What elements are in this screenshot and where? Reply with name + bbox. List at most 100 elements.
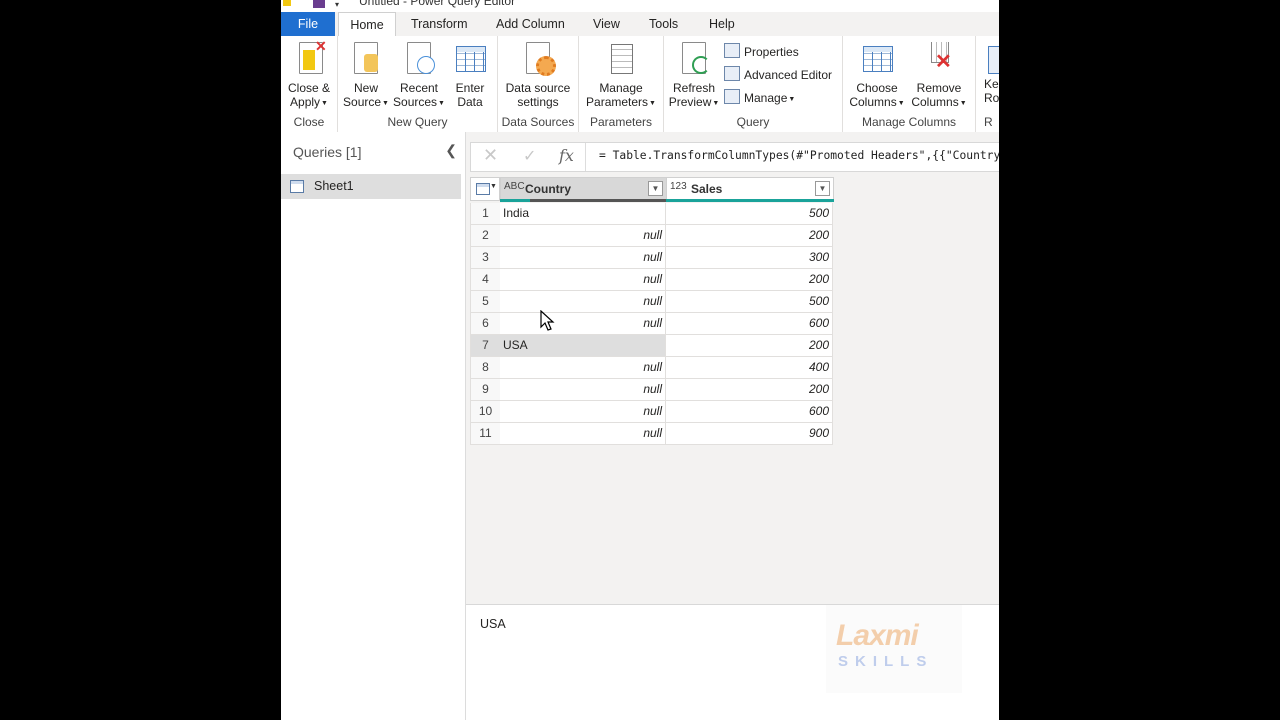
cell-country[interactable]: null [500, 357, 666, 379]
row-number[interactable]: 9 [470, 379, 501, 401]
cell-sales-value: 600 [808, 404, 829, 418]
keep-rows-icon [984, 42, 999, 78]
formula-divider [585, 143, 586, 171]
group-label-data-sources: Data Sources [501, 115, 575, 129]
cell-country-value: null [643, 382, 662, 396]
cell-sales[interactable]: 200 [666, 225, 833, 247]
row-number[interactable]: 4 [470, 269, 501, 291]
remove-columns-button[interactable]: ✕ Remove Columns▼ [909, 42, 969, 110]
tab-add-column[interactable]: Add Column [496, 12, 565, 36]
advanced-editor-button[interactable]: Advanced Editor [724, 65, 832, 85]
row-number[interactable]: 10 [470, 401, 501, 423]
tab-file[interactable]: File [281, 12, 335, 36]
group-parameters: Manage Parameters▼ Parameters [579, 36, 664, 132]
group-label-close: Close [293, 115, 325, 129]
properties-button[interactable]: Properties [724, 42, 799, 62]
fx-icon[interactable]: fx [559, 146, 574, 165]
cell-country[interactable]: null [500, 401, 666, 423]
ribbon-home: ✕ Close & Apply▼ Close New Source▼ Recen… [281, 36, 999, 133]
cell-country-value: null [643, 360, 662, 374]
cell-sales-value: 200 [808, 228, 829, 242]
quick-access-dropdown-icon[interactable]: ▾ [335, 0, 339, 9]
commit-formula-icon[interactable]: ✓ [523, 146, 536, 166]
recent-sources-button[interactable]: Recent Sources▼ [392, 42, 446, 110]
enter-data-button[interactable]: Enter Data [450, 42, 490, 109]
tab-transform[interactable]: Transform [411, 12, 468, 36]
group-label-query: Query [736, 115, 770, 129]
data-grid: ▼ ABC Country ▼ 123 Sales ▼ 1 India 500 2 nu… [470, 177, 834, 447]
cell-sales[interactable]: 200 [666, 379, 833, 401]
tab-home[interactable]: Home [338, 12, 396, 38]
cell-country[interactable]: India [500, 203, 666, 225]
ribbon-tabs: File Home Transform Add Column View Tool… [281, 12, 999, 38]
row-number[interactable]: 6 [470, 313, 501, 335]
text-type-icon[interactable]: ABC [504, 181, 525, 192]
cell-sales[interactable]: 400 [666, 357, 833, 379]
row-number[interactable]: 5 [470, 291, 501, 313]
close-apply-button[interactable]: ✕ Close & Apply▼ [285, 39, 333, 110]
cell-country[interactable]: null [500, 247, 666, 269]
new-source-button[interactable]: New Source▼ [342, 42, 390, 110]
cell-sales[interactable]: 500 [666, 291, 833, 313]
formula-text[interactable]: = Table.TransformColumnTypes(#"Promoted … [599, 149, 999, 162]
filter-dropdown-icon[interactable]: ▼ [815, 181, 830, 196]
choose-columns-icon [861, 42, 893, 78]
keep-rows-button[interactable]: Ke Ro [984, 42, 999, 105]
cell-sales-value: 400 [808, 360, 829, 374]
cell-sales[interactable]: 900 [666, 423, 833, 445]
group-close: ✕ Close & Apply▼ Close [281, 36, 338, 132]
cell-sales[interactable]: 600 [666, 401, 833, 423]
manage-parameters-button[interactable]: Manage Parameters▼ [585, 42, 657, 110]
column-header-country[interactable]: ABC Country ▼ [500, 177, 667, 201]
column-header-sales[interactable]: 123 Sales ▼ [666, 177, 834, 201]
choose-columns-button[interactable]: Choose Columns▼ [847, 42, 907, 110]
cell-sales[interactable]: 500 [666, 203, 833, 225]
row-number[interactable]: 11 [470, 423, 501, 445]
row-number[interactable]: 7 [470, 335, 501, 357]
tab-tools[interactable]: Tools [649, 12, 678, 36]
row-number[interactable]: 3 [470, 247, 501, 269]
cell-country[interactable]: null [500, 291, 666, 313]
mouse-cursor-icon [540, 310, 555, 331]
group-reduce-rows: Ke Ro R [976, 36, 999, 132]
cell-sales-value: 200 [808, 338, 829, 352]
powerbi-logo-icon [283, 0, 291, 6]
cell-sales[interactable]: 300 [666, 247, 833, 269]
cell-country[interactable]: null [500, 423, 666, 445]
cell-country[interactable]: null [500, 379, 666, 401]
collapse-pane-icon[interactable]: ❮ [445, 142, 457, 159]
table-icon [290, 180, 304, 193]
row-number[interactable]: 1 [470, 203, 501, 225]
save-icon[interactable] [313, 0, 325, 8]
column-quality-bar-empty [530, 199, 667, 202]
cell-sales[interactable]: 200 [666, 269, 833, 291]
properties-icon [724, 43, 740, 58]
refresh-preview-button[interactable]: Refresh Preview▼ [668, 42, 720, 110]
cell-sales-value: 200 [808, 382, 829, 396]
cell-sales[interactable]: 200 [666, 335, 833, 357]
filter-dropdown-icon[interactable]: ▼ [648, 181, 663, 196]
cancel-formula-icon[interactable]: ✕ [483, 145, 498, 166]
data-source-settings-button[interactable]: Data source settings [502, 42, 574, 109]
remove-columns-icon: ✕ [923, 42, 955, 78]
manage-button[interactable]: Manage▼ [724, 88, 795, 108]
query-item-sheet1[interactable]: Sheet1 [281, 174, 461, 199]
cell-sales-value: 200 [808, 272, 829, 286]
cell-country-value: null [643, 316, 662, 330]
cell-country[interactable]: null [500, 313, 666, 335]
cell-country[interactable]: null [500, 225, 666, 247]
cell-sales[interactable]: 600 [666, 313, 833, 335]
number-type-icon[interactable]: 123 [670, 181, 687, 192]
row-number[interactable]: 2 [470, 225, 501, 247]
queries-pane: Queries [1] ❮ Sheet1 [281, 132, 466, 720]
cell-country[interactable]: USA [500, 335, 666, 357]
row-number[interactable]: 8 [470, 357, 501, 379]
tab-view[interactable]: View [593, 12, 620, 36]
cell-country[interactable]: null [500, 269, 666, 291]
cell-country-value: null [643, 228, 662, 242]
cell-country-value: India [503, 206, 530, 220]
group-data-sources: Data source settings Data Sources [498, 36, 579, 132]
tab-help[interactable]: Help [709, 12, 735, 36]
group-query: Refresh Preview▼ Properties Advanced Edi… [664, 36, 843, 132]
table-menu-button[interactable]: ▼ [470, 177, 500, 201]
